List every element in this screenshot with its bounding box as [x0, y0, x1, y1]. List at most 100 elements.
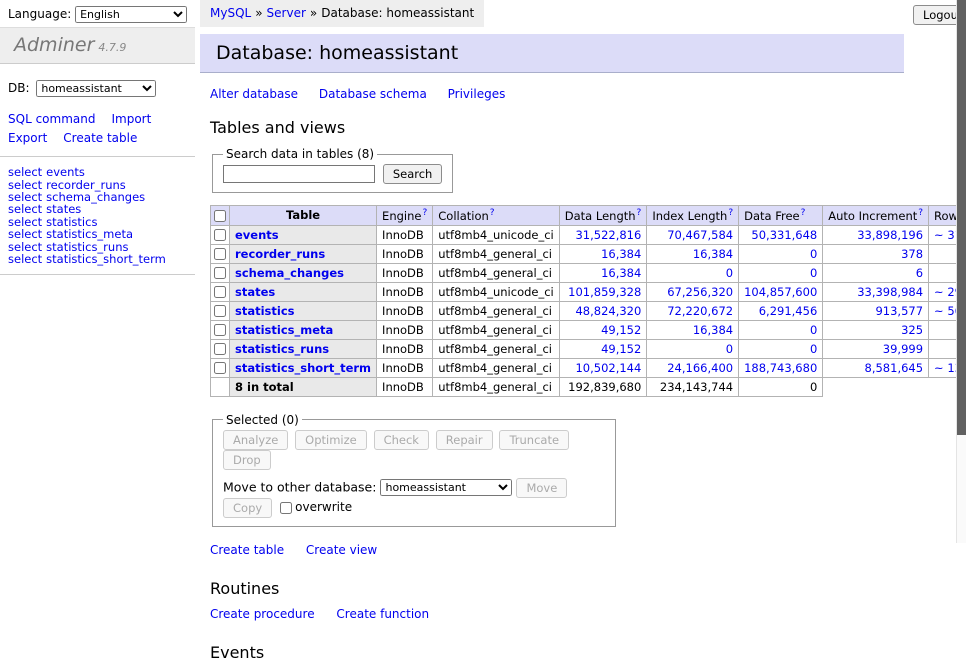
auto-increment-cell: 33,398,984: [823, 282, 929, 301]
data-length-link[interactable]: 10,502,144: [575, 361, 641, 375]
sidebar-link-sql-command[interactable]: SQL command: [8, 112, 95, 126]
auto-increment-help-link[interactable]: ?: [918, 208, 923, 218]
collation-cell: utf8mb4_general_ci: [433, 339, 560, 358]
data-free-link[interactable]: 0: [810, 342, 817, 356]
overwrite-checkbox[interactable]: [280, 502, 292, 514]
data-length-link[interactable]: 49,152: [601, 323, 641, 337]
total-engine-cell: InnoDB: [377, 377, 433, 396]
row-checkbox[interactable]: [214, 343, 226, 355]
sidebar-link-import[interactable]: Import: [111, 112, 151, 126]
repair-button[interactable]: Repair: [436, 430, 493, 450]
create-procedure-link[interactable]: Create procedure: [210, 607, 315, 621]
data-length-link[interactable]: 31,522,816: [575, 228, 641, 242]
data-free-cell: 188,743,680: [739, 358, 823, 377]
alter-database-link[interactable]: Alter database: [210, 87, 298, 101]
breadcrumb-mysql-link[interactable]: MySQL: [210, 6, 251, 20]
index-length-link[interactable]: 16,384: [693, 247, 733, 261]
auto-increment-link[interactable]: 33,398,984: [857, 285, 923, 299]
select-link[interactable]: select: [8, 252, 42, 266]
table-link[interactable]: recorder_runs: [235, 247, 325, 261]
scrollbar-thumb[interactable]: [957, 0, 966, 435]
select-all-checkbox[interactable]: [214, 210, 226, 222]
language-select[interactable]: English: [75, 6, 187, 23]
sidebar-link-create-table[interactable]: Create table: [63, 131, 137, 145]
analyze-button[interactable]: Analyze: [223, 430, 288, 450]
vertical-scrollbar[interactable]: [956, 0, 966, 543]
sidebar-link-export[interactable]: Export: [8, 131, 47, 145]
auto-increment-link[interactable]: 39,999: [883, 342, 923, 356]
index-length-cell: 24,166,400: [647, 358, 739, 377]
collation-cell: utf8mb4_unicode_ci: [433, 225, 560, 244]
index-length-cell: 0: [647, 339, 739, 358]
language-row: Language: English: [0, 0, 195, 27]
breadcrumb-current: Database: homeassistant: [321, 6, 474, 20]
optimize-button[interactable]: Optimize: [295, 430, 367, 450]
table-link[interactable]: schema_changes: [235, 266, 344, 280]
data-free-link[interactable]: 0: [810, 266, 817, 280]
auto-increment-link[interactable]: 33,898,196: [857, 228, 923, 242]
index-length-link[interactable]: 67,256,320: [667, 285, 733, 299]
move-label: Move to other database:: [223, 479, 376, 494]
data-free-link[interactable]: 104,857,600: [744, 285, 817, 299]
data-free-help-link[interactable]: ?: [801, 208, 806, 218]
row-checkbox[interactable]: [214, 229, 226, 241]
create-function-link[interactable]: Create function: [336, 607, 429, 621]
database-schema-link[interactable]: Database schema: [319, 87, 427, 101]
data-free-link[interactable]: 188,743,680: [744, 361, 817, 375]
index-length-link[interactable]: 70,467,584: [667, 228, 733, 242]
table-link[interactable]: statistics_runs: [235, 342, 329, 356]
column-header-data-free: Data Free?: [739, 206, 823, 226]
row-checkbox[interactable]: [214, 248, 226, 260]
create-view-link[interactable]: Create view: [306, 543, 377, 557]
table-link[interactable]: statistics_short_term: [235, 361, 371, 375]
index-length-link[interactable]: 0: [726, 342, 733, 356]
index-length-link[interactable]: 16,384: [693, 323, 733, 337]
move-button[interactable]: Move: [516, 478, 567, 498]
auto-increment-link[interactable]: 6: [916, 266, 923, 280]
table-link[interactable]: statistics_meta: [235, 323, 333, 337]
index-length-link[interactable]: 72,220,672: [667, 304, 733, 318]
privileges-link[interactable]: Privileges: [448, 87, 506, 101]
data-length-link[interactable]: 49,152: [601, 342, 641, 356]
data-length-link[interactable]: 16,384: [601, 247, 641, 261]
engine-help-link[interactable]: ?: [422, 208, 427, 218]
drop-button[interactable]: Drop: [223, 450, 271, 470]
truncate-button[interactable]: Truncate: [499, 430, 569, 450]
data-length-help-link[interactable]: ?: [637, 208, 642, 218]
row-checkbox[interactable]: [214, 286, 226, 298]
move-db-select[interactable]: homeassistant: [380, 479, 512, 496]
copy-button[interactable]: Copy: [223, 498, 272, 518]
index-length-link[interactable]: 24,166,400: [667, 361, 733, 375]
data-length-link[interactable]: 48,824,320: [575, 304, 641, 318]
db-select[interactable]: homeassistant: [36, 80, 156, 97]
index-length-link[interactable]: 0: [726, 266, 733, 280]
auto-increment-link[interactable]: 325: [901, 323, 923, 337]
data-free-link[interactable]: 50,331,648: [751, 228, 817, 242]
data-free-link[interactable]: 0: [810, 247, 817, 261]
search-input[interactable]: [223, 165, 375, 183]
auto-increment-link[interactable]: 8,581,645: [865, 361, 924, 375]
table-link[interactable]: events: [235, 228, 279, 242]
check-button[interactable]: Check: [374, 430, 429, 450]
create-table-link[interactable]: Create table: [210, 543, 284, 557]
table-link[interactable]: statistics: [235, 304, 295, 318]
data-length-link[interactable]: 16,384: [601, 266, 641, 280]
table-name-cell: schema_changes: [230, 263, 377, 282]
row-checkbox[interactable]: [214, 305, 226, 317]
auto-increment-link[interactable]: 913,577: [875, 304, 923, 318]
routines-heading: Routines: [210, 579, 966, 598]
data-free-link[interactable]: 0: [810, 323, 817, 337]
auto-increment-link[interactable]: 378: [901, 247, 923, 261]
breadcrumb-server-link[interactable]: Server: [267, 6, 306, 20]
data-length-link[interactable]: 101,859,328: [568, 285, 641, 299]
collation-help-link[interactable]: ?: [490, 208, 495, 218]
breadcrumb: MySQL»Server»Database: homeassistant: [200, 0, 484, 27]
data-free-link[interactable]: 6,291,456: [759, 304, 818, 318]
table-name-link[interactable]: statistics_short_term: [46, 252, 166, 266]
index-length-help-link[interactable]: ?: [728, 208, 733, 218]
row-checkbox[interactable]: [214, 362, 226, 374]
row-checkbox[interactable]: [214, 324, 226, 336]
search-button[interactable]: Search: [383, 164, 443, 184]
row-checkbox[interactable]: [214, 267, 226, 279]
table-link[interactable]: states: [235, 285, 275, 299]
